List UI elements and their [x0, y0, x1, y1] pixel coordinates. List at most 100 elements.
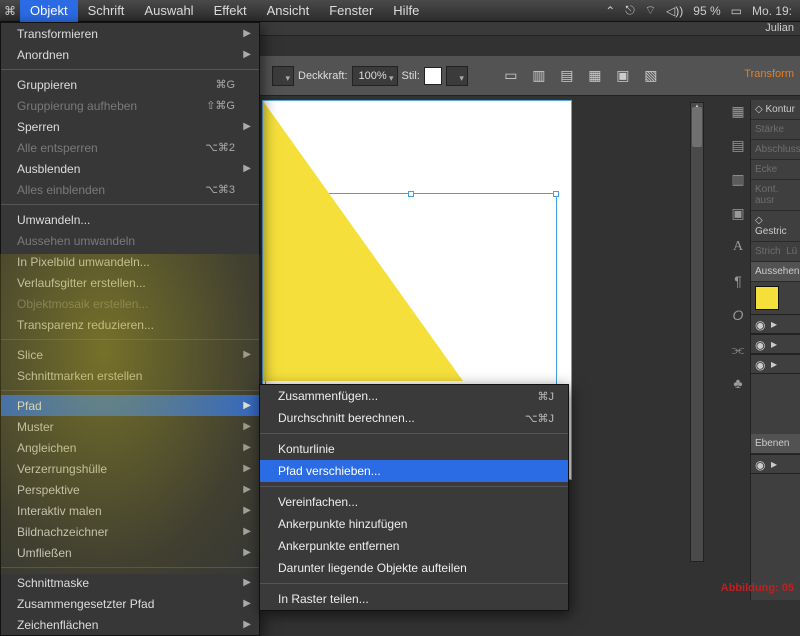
style-select[interactable] [446, 66, 468, 86]
appearance-row[interactable]: ◉▸ [751, 334, 800, 354]
figure-caption: Abbildung: 05 [721, 582, 794, 594]
symbols-icon[interactable]: ▣ [727, 202, 749, 224]
panel-gestrich[interactable]: ◇ Gestric [751, 211, 800, 242]
panel-kontur[interactable]: ◇ Kontur [751, 100, 800, 120]
transform-link[interactable]: Transform [744, 68, 794, 80]
objekt-item[interactable]: Interaktiv malen▶ [1, 500, 259, 521]
bluetooth-icon[interactable]: ⎋ [625, 3, 635, 18]
battery-text: 95 % [693, 4, 720, 18]
label-staerke: Stärke [751, 120, 800, 140]
objekt-item[interactable]: Umwandeln... [1, 209, 259, 230]
label-kontausr: Kont. ausr [751, 180, 800, 211]
objekt-item[interactable]: Muster▶ [1, 416, 259, 437]
system-menubar: ⌘ Objekt Schrift Auswahl Effekt Ansicht … [0, 0, 800, 22]
pfad-submenu: Zusammenfügen...⌘JDurchschnitt berechnen… [259, 384, 569, 611]
pfad-item[interactable]: Konturlinie [260, 438, 568, 460]
objekt-item: Gruppierung aufheben⇧⌘G [1, 95, 259, 116]
objekt-item: Objektmosaik erstellen... [1, 293, 259, 314]
layer-row[interactable]: ◉▸ [751, 454, 800, 474]
swatches-icon[interactable]: ▤ [727, 134, 749, 156]
menu-hilfe[interactable]: Hilfe [383, 0, 429, 22]
align-icon-3[interactable]: ▤ [556, 65, 578, 87]
wifi-icon[interactable]: ⌔ [645, 3, 656, 18]
objekt-item[interactable]: Zusammengesetzter Pfad▶ [1, 593, 259, 614]
style-label: Stil: [402, 70, 420, 82]
objekt-item[interactable]: Bildnachzeichner▶ [1, 521, 259, 542]
eye-icon[interactable]: ◉ [755, 338, 767, 350]
eye-icon[interactable]: ◉ [755, 358, 767, 370]
brush-icon[interactable]: ▥ [727, 168, 749, 190]
objekt-item[interactable]: Umfließen▶ [1, 542, 259, 563]
panel-strip: ◇ Kontur Stärke Abschluss Ecke Kont. aus… [750, 100, 800, 600]
opacity-input[interactable]: 100% [352, 66, 398, 86]
objekt-item[interactable]: Transparenz reduzieren... [1, 314, 259, 335]
scroll-thumb[interactable] [692, 107, 702, 147]
style-swatch[interactable] [424, 67, 442, 85]
objekt-item[interactable]: Anordnen▶ [1, 44, 259, 65]
label-strich: Strich Lü [751, 242, 800, 262]
menu-schrift[interactable]: Schrift [78, 0, 135, 22]
menu-auswahl[interactable]: Auswahl [134, 0, 203, 22]
objekt-item[interactable]: Ausblenden▶ [1, 158, 259, 179]
label-abschluss: Abschluss [751, 140, 800, 160]
objekt-item[interactable]: Verlaufsgitter erstellen... [1, 272, 259, 293]
objekt-item[interactable]: Slice▶ [1, 344, 259, 365]
eye-icon[interactable]: ◉ [755, 318, 767, 330]
appearance-fill-swatch[interactable] [755, 286, 779, 310]
pfad-item[interactable]: In Raster teilen... [260, 588, 568, 610]
handle-tr[interactable] [553, 191, 559, 197]
objekt-item[interactable]: Angleichen▶ [1, 437, 259, 458]
panel-ebenen[interactable]: Ebenen [751, 434, 800, 454]
battery-icon[interactable]: ▭ [731, 4, 742, 18]
pfad-item[interactable]: Zusammenfügen...⌘J [260, 385, 568, 407]
pfad-item[interactable]: Darunter liegende Objekte aufteilen [260, 557, 568, 579]
objekt-item[interactable]: Schnittmarken erstellen [1, 365, 259, 386]
menu-ansicht[interactable]: Ansicht [257, 0, 320, 22]
pfad-item[interactable]: Ankerpunkte hinzufügen [260, 513, 568, 535]
objekt-item[interactable]: Pfad▶ [1, 395, 259, 416]
apple-icon[interactable]: ⌘ [0, 4, 20, 18]
align-icon-6[interactable]: ▧ [640, 65, 662, 87]
objekt-item: Aussehen umwandeln [1, 230, 259, 251]
eye-icon[interactable]: ◉ [755, 458, 767, 470]
align-icon-4[interactable]: ▦ [584, 65, 606, 87]
opacity-label: Deckkraft: [298, 70, 348, 82]
type-a-icon[interactable]: A [727, 236, 749, 258]
canvas-vscroll[interactable]: ▴ [690, 102, 704, 562]
status-tray: ⌃ ⎋ ⌔ ◁)) 95 % ▭ Mo. 19: [605, 3, 800, 18]
dropbox-icon[interactable]: ⌃ [605, 4, 615, 18]
pfad-item[interactable]: Vereinfachen... [260, 491, 568, 513]
paragraph-icon[interactable]: ¶ [727, 270, 749, 292]
align-icon-2[interactable]: ▥ [528, 65, 550, 87]
opentype-icon[interactable]: O [727, 304, 749, 326]
objekt-item[interactable]: Verzerrungshülle▶ [1, 458, 259, 479]
objekt-item[interactable]: Sperren▶ [1, 116, 259, 137]
pfad-item[interactable]: Durchschnitt berechnen...⌥⌘J [260, 407, 568, 429]
panel-aussehen[interactable]: Aussehen [751, 262, 800, 282]
stroke-select[interactable] [272, 66, 294, 86]
clock-text: Mo. 19: [752, 4, 792, 18]
links-icon[interactable]: ⫘ [727, 338, 749, 360]
grid-icon[interactable]: ▦ [727, 100, 749, 122]
yellow-triangle-shape[interactable] [263, 101, 463, 381]
objekt-item[interactable]: Transformieren▶ [1, 23, 259, 44]
pfad-item[interactable]: Pfad verschieben... [260, 460, 568, 482]
objekt-item[interactable]: Zeichenflächen▶ [1, 614, 259, 635]
objekt-item[interactable]: Schnittmaske▶ [1, 572, 259, 593]
menu-fenster[interactable]: Fenster [319, 0, 383, 22]
align-icon-1[interactable]: ▭ [500, 65, 522, 87]
objekt-item[interactable]: Gruppieren⌘G [1, 74, 259, 95]
workspace-label[interactable]: Julian [765, 22, 794, 34]
align-icon-5[interactable]: ▣ [612, 65, 634, 87]
objekt-item[interactable]: In Pixelbild umwandeln... [1, 251, 259, 272]
objekt-item: Alle entsperren⌥⌘2 [1, 137, 259, 158]
menu-objekt[interactable]: Objekt [20, 0, 78, 22]
menu-effekt[interactable]: Effekt [204, 0, 257, 22]
appearance-row[interactable]: ◉▸ [751, 314, 800, 334]
pfad-item[interactable]: Ankerpunkte entfernen [260, 535, 568, 557]
objekt-item: Alles einblenden⌥⌘3 [1, 179, 259, 200]
volume-icon[interactable]: ◁)) [666, 4, 683, 18]
appearance-row[interactable]: ◉▸ [751, 354, 800, 374]
clover-icon[interactable]: ♣ [727, 372, 749, 394]
objekt-item[interactable]: Perspektive▶ [1, 479, 259, 500]
